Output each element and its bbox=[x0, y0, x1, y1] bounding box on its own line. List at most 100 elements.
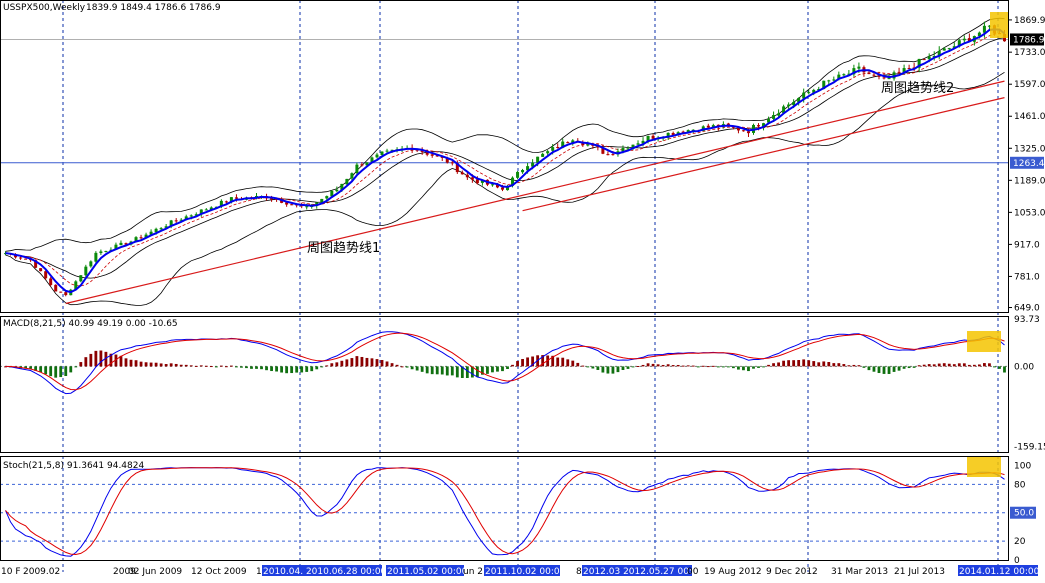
candle-body bbox=[380, 151, 384, 156]
candle-body bbox=[832, 79, 836, 81]
candle-body bbox=[922, 59, 926, 61]
macd-histogram-bar bbox=[174, 363, 178, 367]
time-label: 2011.10.02 00:00 bbox=[485, 567, 566, 577]
candle-body bbox=[204, 209, 208, 211]
macd-histogram-bar bbox=[335, 362, 339, 367]
macd-histogram-bar bbox=[882, 366, 886, 374]
time-label: 02 Jun 2009 bbox=[128, 567, 182, 577]
candle-body bbox=[772, 115, 776, 119]
macd-histogram-bar bbox=[189, 365, 193, 367]
candle-body bbox=[887, 78, 891, 80]
macd-histogram-bar bbox=[892, 366, 896, 372]
macd-histogram-bar bbox=[626, 366, 630, 369]
macd-histogram-bar bbox=[787, 360, 791, 367]
candle-body bbox=[942, 48, 946, 51]
macd-histogram-bar bbox=[611, 366, 615, 374]
candle-body bbox=[842, 74, 846, 76]
candle-body bbox=[947, 48, 951, 50]
macd-histogram-bar bbox=[270, 366, 273, 372]
candle-body bbox=[927, 56, 931, 60]
candle-body bbox=[521, 170, 525, 173]
macd-histogram-bar bbox=[486, 366, 489, 374]
macd-histogram-bar bbox=[696, 366, 700, 368]
candle-body bbox=[982, 25, 986, 33]
macd-histogram-bar bbox=[862, 366, 866, 368]
candle-body bbox=[54, 284, 58, 292]
macd-histogram-bar bbox=[646, 363, 650, 367]
macd-histogram-bar bbox=[440, 366, 444, 375]
candle-body bbox=[189, 215, 193, 217]
candle-body bbox=[59, 291, 63, 293]
macd-histogram-bar bbox=[214, 366, 218, 368]
macd-histogram-bar bbox=[947, 363, 951, 367]
macd-histogram-bar bbox=[877, 366, 881, 374]
macd-histogram-bar bbox=[832, 363, 836, 367]
macd-histogram-bar bbox=[69, 366, 73, 373]
price-tick-label: 1461.0 bbox=[1014, 112, 1045, 122]
candle-body bbox=[64, 292, 68, 296]
candle-body bbox=[465, 174, 469, 178]
macd-histogram-bar bbox=[415, 366, 419, 371]
candle-body bbox=[611, 154, 615, 156]
macd-histogram-bar bbox=[937, 363, 941, 367]
time-label: 2009.02 bbox=[23, 567, 60, 577]
macd-histogram-bar bbox=[375, 359, 379, 367]
macd-histogram-bar bbox=[797, 360, 801, 367]
price-tick-label: 1733.0 bbox=[1014, 48, 1045, 58]
macd-histogram-bar bbox=[184, 364, 188, 367]
macd-histogram-bar bbox=[726, 366, 730, 368]
trendline-2-label: 周图趋势线2 bbox=[881, 80, 954, 96]
macd-histogram-bar bbox=[837, 363, 841, 367]
stoch-tick-label: 20 bbox=[1014, 537, 1026, 547]
macd-histogram-bar bbox=[742, 366, 745, 371]
candle-body bbox=[119, 242, 123, 246]
macd-histogram-bar bbox=[250, 366, 253, 369]
stoch-highlight bbox=[967, 456, 1001, 477]
macd-histogram-bar bbox=[962, 363, 966, 367]
macd-histogram-bar bbox=[792, 360, 796, 367]
macd-histogram-bar bbox=[491, 366, 494, 373]
candle-body bbox=[897, 71, 901, 73]
candle-body bbox=[355, 164, 359, 174]
price-tick-label: 1325.0 bbox=[1014, 144, 1045, 154]
candle-body bbox=[174, 220, 178, 222]
time-label: 00 bbox=[687, 567, 699, 577]
candle-body bbox=[470, 177, 474, 180]
macd-histogram-bar bbox=[410, 366, 414, 370]
macd-histogram-bar bbox=[179, 364, 183, 367]
candle-body bbox=[787, 104, 791, 107]
macd-histogram-bar bbox=[164, 364, 168, 367]
macd-histogram-bar bbox=[706, 366, 710, 368]
stoch-tick-label: 80 bbox=[1014, 480, 1026, 490]
candle-body bbox=[89, 261, 93, 267]
macd-histogram-bar bbox=[932, 364, 936, 367]
macd-histogram-bar bbox=[49, 366, 53, 377]
candle-body bbox=[234, 197, 238, 199]
candle-body bbox=[335, 189, 339, 192]
candle-body bbox=[706, 125, 710, 128]
macd-histogram-bar bbox=[465, 366, 469, 379]
macd-histogram-bar bbox=[686, 365, 690, 367]
stoch-tick-label: 0 bbox=[1014, 556, 1020, 566]
macd-histogram-bar bbox=[721, 366, 725, 368]
macd-histogram-bar bbox=[129, 359, 133, 367]
macd-histogram-bar bbox=[666, 364, 670, 367]
macd-histogram-bar bbox=[967, 364, 971, 367]
macd-histogram-bar bbox=[385, 361, 389, 367]
candle-body bbox=[490, 184, 494, 186]
macd-histogram-bar bbox=[591, 366, 595, 369]
candle-body bbox=[516, 171, 520, 178]
macd-highlight bbox=[967, 331, 1001, 352]
macd-histogram-bar bbox=[747, 366, 750, 372]
hline-price-label: 1263.4 bbox=[1013, 159, 1045, 169]
macd-histogram-bar bbox=[380, 359, 384, 367]
macd-histogram-bar bbox=[716, 366, 720, 368]
macd-histogram-bar bbox=[300, 366, 304, 373]
candle-body bbox=[872, 74, 876, 76]
macd-histogram-bar bbox=[998, 366, 1001, 369]
macd-histogram-bar bbox=[581, 365, 585, 367]
macd-histogram-bar bbox=[506, 366, 509, 370]
macd-histogram-bar bbox=[139, 361, 143, 367]
time-label: 12 Oct 2009 bbox=[191, 567, 247, 577]
macd-histogram-bar bbox=[988, 363, 991, 367]
